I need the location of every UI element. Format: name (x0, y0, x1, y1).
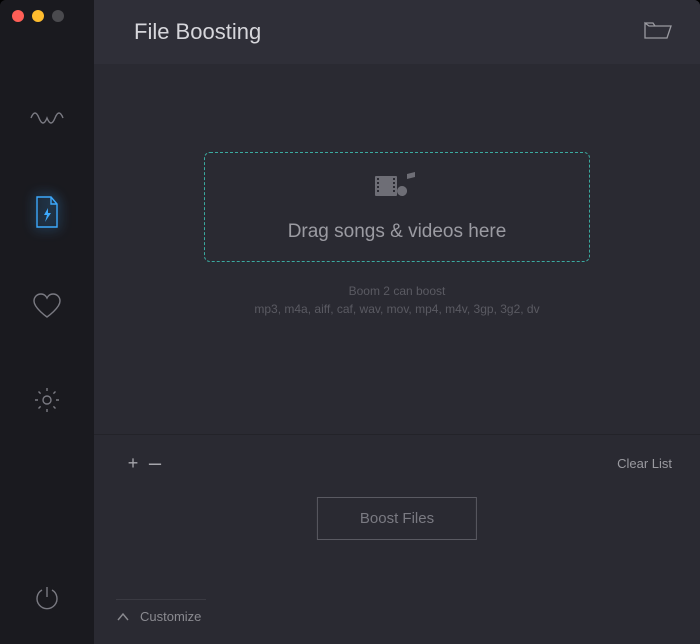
sidebar-item-favorites[interactable] (29, 288, 65, 324)
close-window-button[interactable] (12, 10, 24, 22)
power-icon (34, 585, 60, 611)
gear-icon (33, 386, 61, 414)
customize-label: Customize (140, 609, 201, 624)
sidebar-item-file-boosting[interactable] (29, 194, 65, 230)
footer: + – Clear List Boost Files Customize (94, 434, 700, 644)
page-title: File Boosting (134, 19, 261, 45)
window-controls (12, 10, 64, 22)
sidebar (0, 0, 94, 644)
supported-formats-info: Boom 2 can boost mp3, m4a, aiff, caf, wa… (94, 284, 700, 316)
file-boost-icon (34, 196, 60, 228)
list-controls: + – Clear List (94, 451, 700, 475)
add-button[interactable]: + (122, 453, 144, 474)
folder-icon (644, 20, 672, 40)
boost-files-button[interactable]: Boost Files (317, 497, 477, 540)
drop-zone-label: Drag songs & videos here (288, 221, 507, 243)
content-area: Drag songs & videos here Boom 2 can boos… (94, 64, 700, 434)
sidebar-item-power[interactable] (34, 585, 60, 616)
drop-zone[interactable]: Drag songs & videos here (204, 152, 590, 262)
wave-icon (30, 107, 64, 129)
info-heading: Boom 2 can boost (94, 284, 700, 298)
sidebar-item-equalizer[interactable] (29, 100, 65, 136)
heart-icon (32, 293, 62, 319)
divider (116, 599, 206, 600)
sidebar-item-settings[interactable] (29, 382, 65, 418)
customize-toggle[interactable]: Customize (116, 599, 201, 624)
open-folder-button[interactable] (644, 20, 672, 45)
app-window: File Boosting (0, 0, 700, 644)
minimize-window-button[interactable] (32, 10, 44, 22)
clear-list-button[interactable]: Clear List (617, 456, 672, 471)
media-icon (375, 172, 419, 207)
info-formats: mp3, m4a, aiff, caf, wav, mov, mp4, m4v,… (94, 302, 700, 316)
chevron-up-icon (116, 612, 130, 622)
header: File Boosting (94, 0, 700, 64)
main-panel: File Boosting (94, 0, 700, 644)
remove-button[interactable]: – (144, 454, 166, 472)
maximize-window-button[interactable] (52, 10, 64, 22)
